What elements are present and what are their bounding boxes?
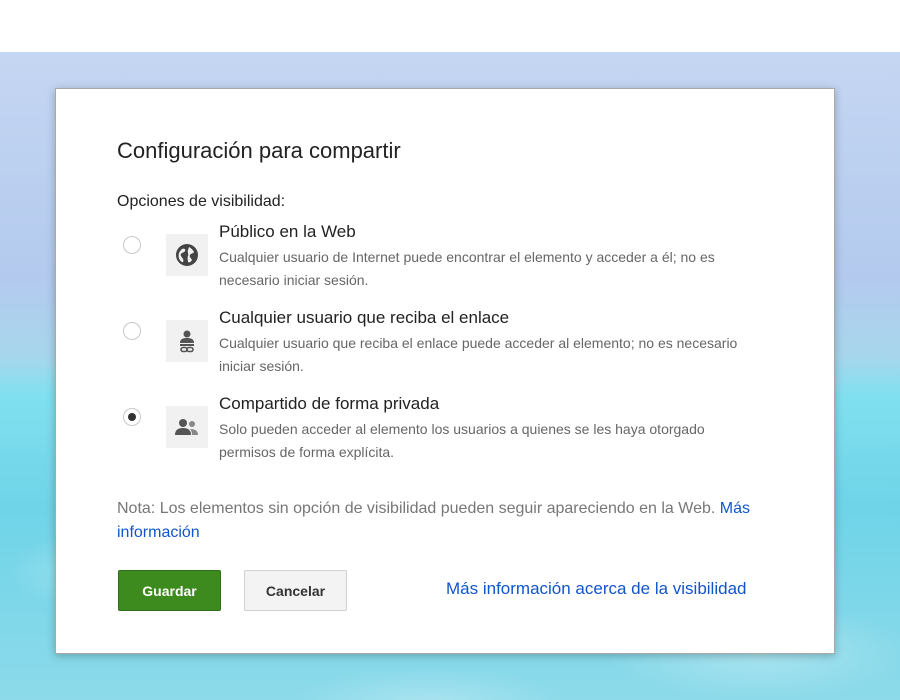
person-link-icon xyxy=(166,320,208,362)
option-title: Compartido de forma privada xyxy=(219,394,440,413)
top-bar xyxy=(0,0,900,52)
visibility-help-link[interactable]: Más información acerca de la visibilidad xyxy=(446,579,746,599)
note-text: Nota: Los elementos sin opción de visibi… xyxy=(117,500,716,517)
option-anyone-with-link[interactable]: Cualquier usuario que reciba el enlace C… xyxy=(56,308,836,392)
dialog-title: Configuración para compartir xyxy=(117,138,401,163)
sharing-settings-dialog: Configuración para compartir Opciones de… xyxy=(55,88,835,654)
radio-anyone-with-link[interactable] xyxy=(123,322,141,340)
save-button[interactable]: Guardar xyxy=(118,570,221,611)
option-private[interactable]: Compartido de forma privada Solo pueden … xyxy=(56,394,836,478)
option-description: Solo pueden acceder al elemento los usua… xyxy=(219,421,705,460)
radio-public-web[interactable] xyxy=(123,236,141,254)
option-title: Cualquier usuario que reciba el enlace xyxy=(219,308,510,327)
option-title: Público en la Web xyxy=(219,222,356,241)
option-description: Cualquier usuario de Internet puede enco… xyxy=(219,249,715,288)
visibility-options-label: Opciones de visibilidad: xyxy=(117,193,286,210)
option-public-web[interactable]: Público en la Web Cualquier usuario de I… xyxy=(56,222,836,306)
option-description: Cualquier usuario que reciba el enlace p… xyxy=(219,335,738,374)
cancel-button[interactable]: Cancelar xyxy=(244,570,347,611)
people-icon xyxy=(166,406,208,448)
globe-icon xyxy=(166,234,208,276)
radio-private[interactable] xyxy=(123,408,141,426)
visibility-note: Nota: Los elementos sin opción de visibi… xyxy=(117,497,777,545)
